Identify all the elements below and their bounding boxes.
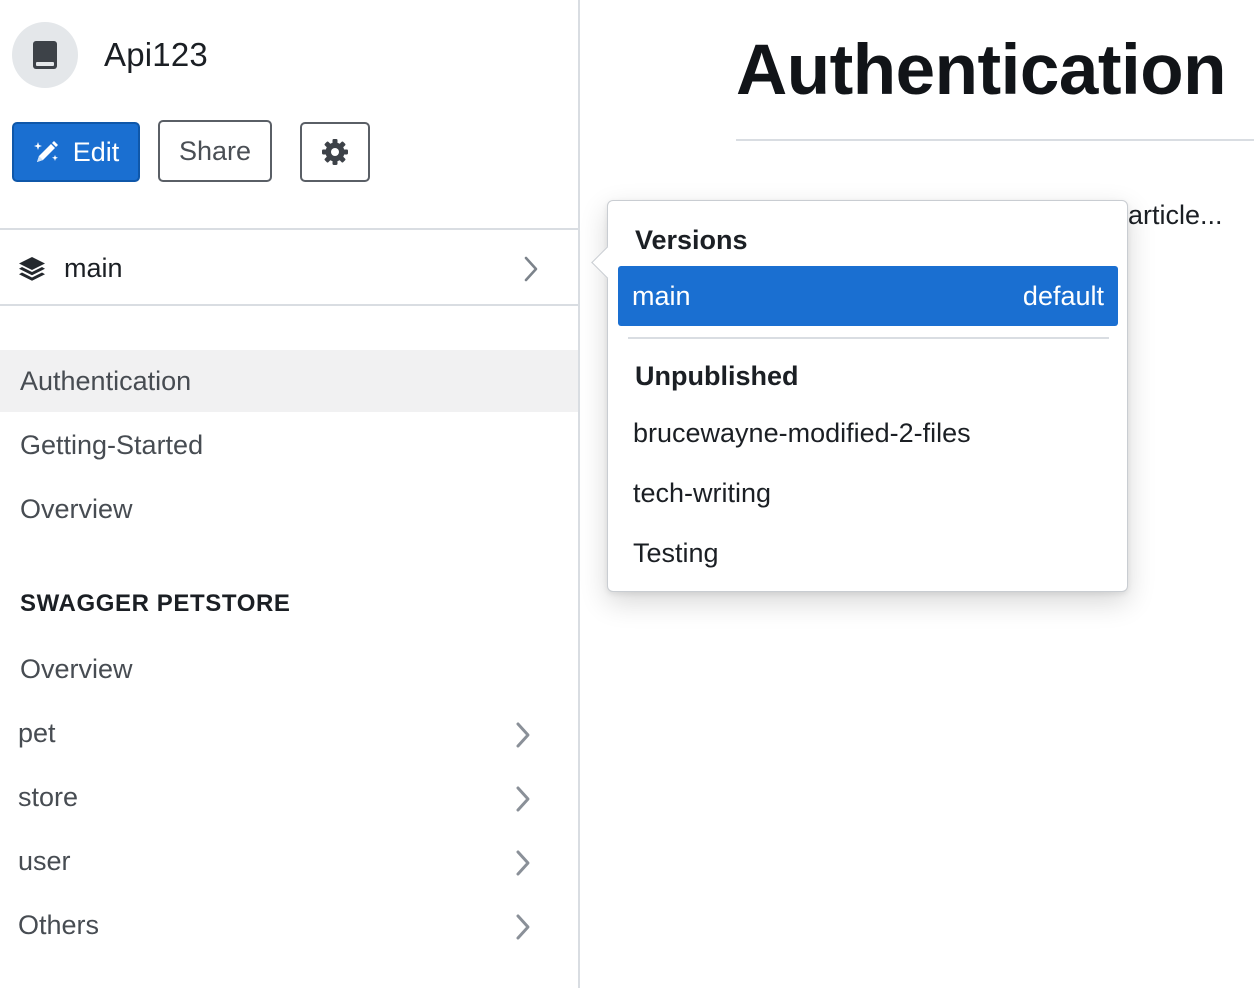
edit-button-label: Edit (72, 136, 120, 167)
magic-pencil-icon (33, 138, 61, 166)
edit-button[interactable]: Edit (12, 122, 140, 182)
sidebar-item-label: Authentication (20, 365, 192, 396)
sidebar-item-others[interactable]: Others (0, 894, 578, 956)
section-heading: SWAGGER PETSTORE (20, 590, 291, 617)
sidebar-item-label: pet (18, 717, 56, 748)
title-divider (736, 139, 1254, 141)
project-avatar[interactable] (12, 22, 78, 88)
version-option-label: tech-writing (633, 477, 772, 508)
version-option-label: Testing (633, 537, 719, 568)
book-icon (33, 41, 57, 69)
unpublished-heading: Unpublished (635, 361, 799, 391)
sidebar-item-label: Getting-Started (20, 429, 204, 460)
sidebar-item-store[interactable]: store (0, 766, 578, 828)
sidebar-item-getting-started[interactable]: Getting-Started (0, 414, 578, 476)
chevron-right-icon (516, 786, 530, 812)
sidebar-item-user[interactable]: user (0, 830, 578, 892)
sidebar-item-label: Overview (20, 493, 133, 524)
default-badge: default (1022, 280, 1104, 311)
sidebar-item-petstore-overview[interactable]: Overview (0, 638, 578, 700)
sidebar-item-authentication[interactable]: Authentication (0, 350, 578, 412)
article-text: article... (1128, 200, 1223, 230)
versions-popover: Versions main default Unpublished brucew… (591, 200, 1128, 592)
chevron-right-icon (524, 256, 538, 282)
sidebar: Api123 Edit Share main Authentication Ge… (0, 0, 580, 988)
chevron-right-icon (516, 850, 530, 876)
chevron-right-icon (516, 914, 530, 940)
sidebar-item-overview[interactable]: Overview (0, 478, 578, 540)
sidebar-item-label: Overview (20, 653, 133, 684)
version-option-main[interactable]: main default (618, 266, 1118, 326)
sidebar-item-label: user (18, 845, 71, 876)
version-option-tech-writing[interactable]: tech-writing (618, 465, 1118, 521)
page-title: Authentication (736, 31, 1226, 110)
layers-icon (19, 257, 45, 281)
gear-icon (322, 139, 348, 165)
version-option-label: brucewayne-modified-2-files (633, 417, 971, 448)
popover-divider (628, 337, 1109, 339)
chevron-right-icon (516, 722, 530, 748)
version-selector-label: main (64, 253, 123, 283)
version-option-label: main (632, 280, 691, 311)
sidebar-item-label: store (18, 781, 79, 812)
version-selector[interactable]: main (0, 228, 578, 306)
versions-heading: Versions (635, 225, 748, 255)
project-name: Api123 (104, 36, 208, 73)
sidebar-item-pet[interactable]: pet (0, 702, 578, 764)
sidebar-item-label: Others (18, 909, 100, 940)
version-option-brucewayne-modified-2-files[interactable]: brucewayne-modified-2-files (618, 405, 1118, 461)
share-button[interactable]: Share (158, 120, 272, 182)
version-option-testing[interactable]: Testing (618, 525, 1118, 581)
settings-button[interactable] (300, 122, 370, 182)
share-button-label: Share (178, 135, 252, 166)
